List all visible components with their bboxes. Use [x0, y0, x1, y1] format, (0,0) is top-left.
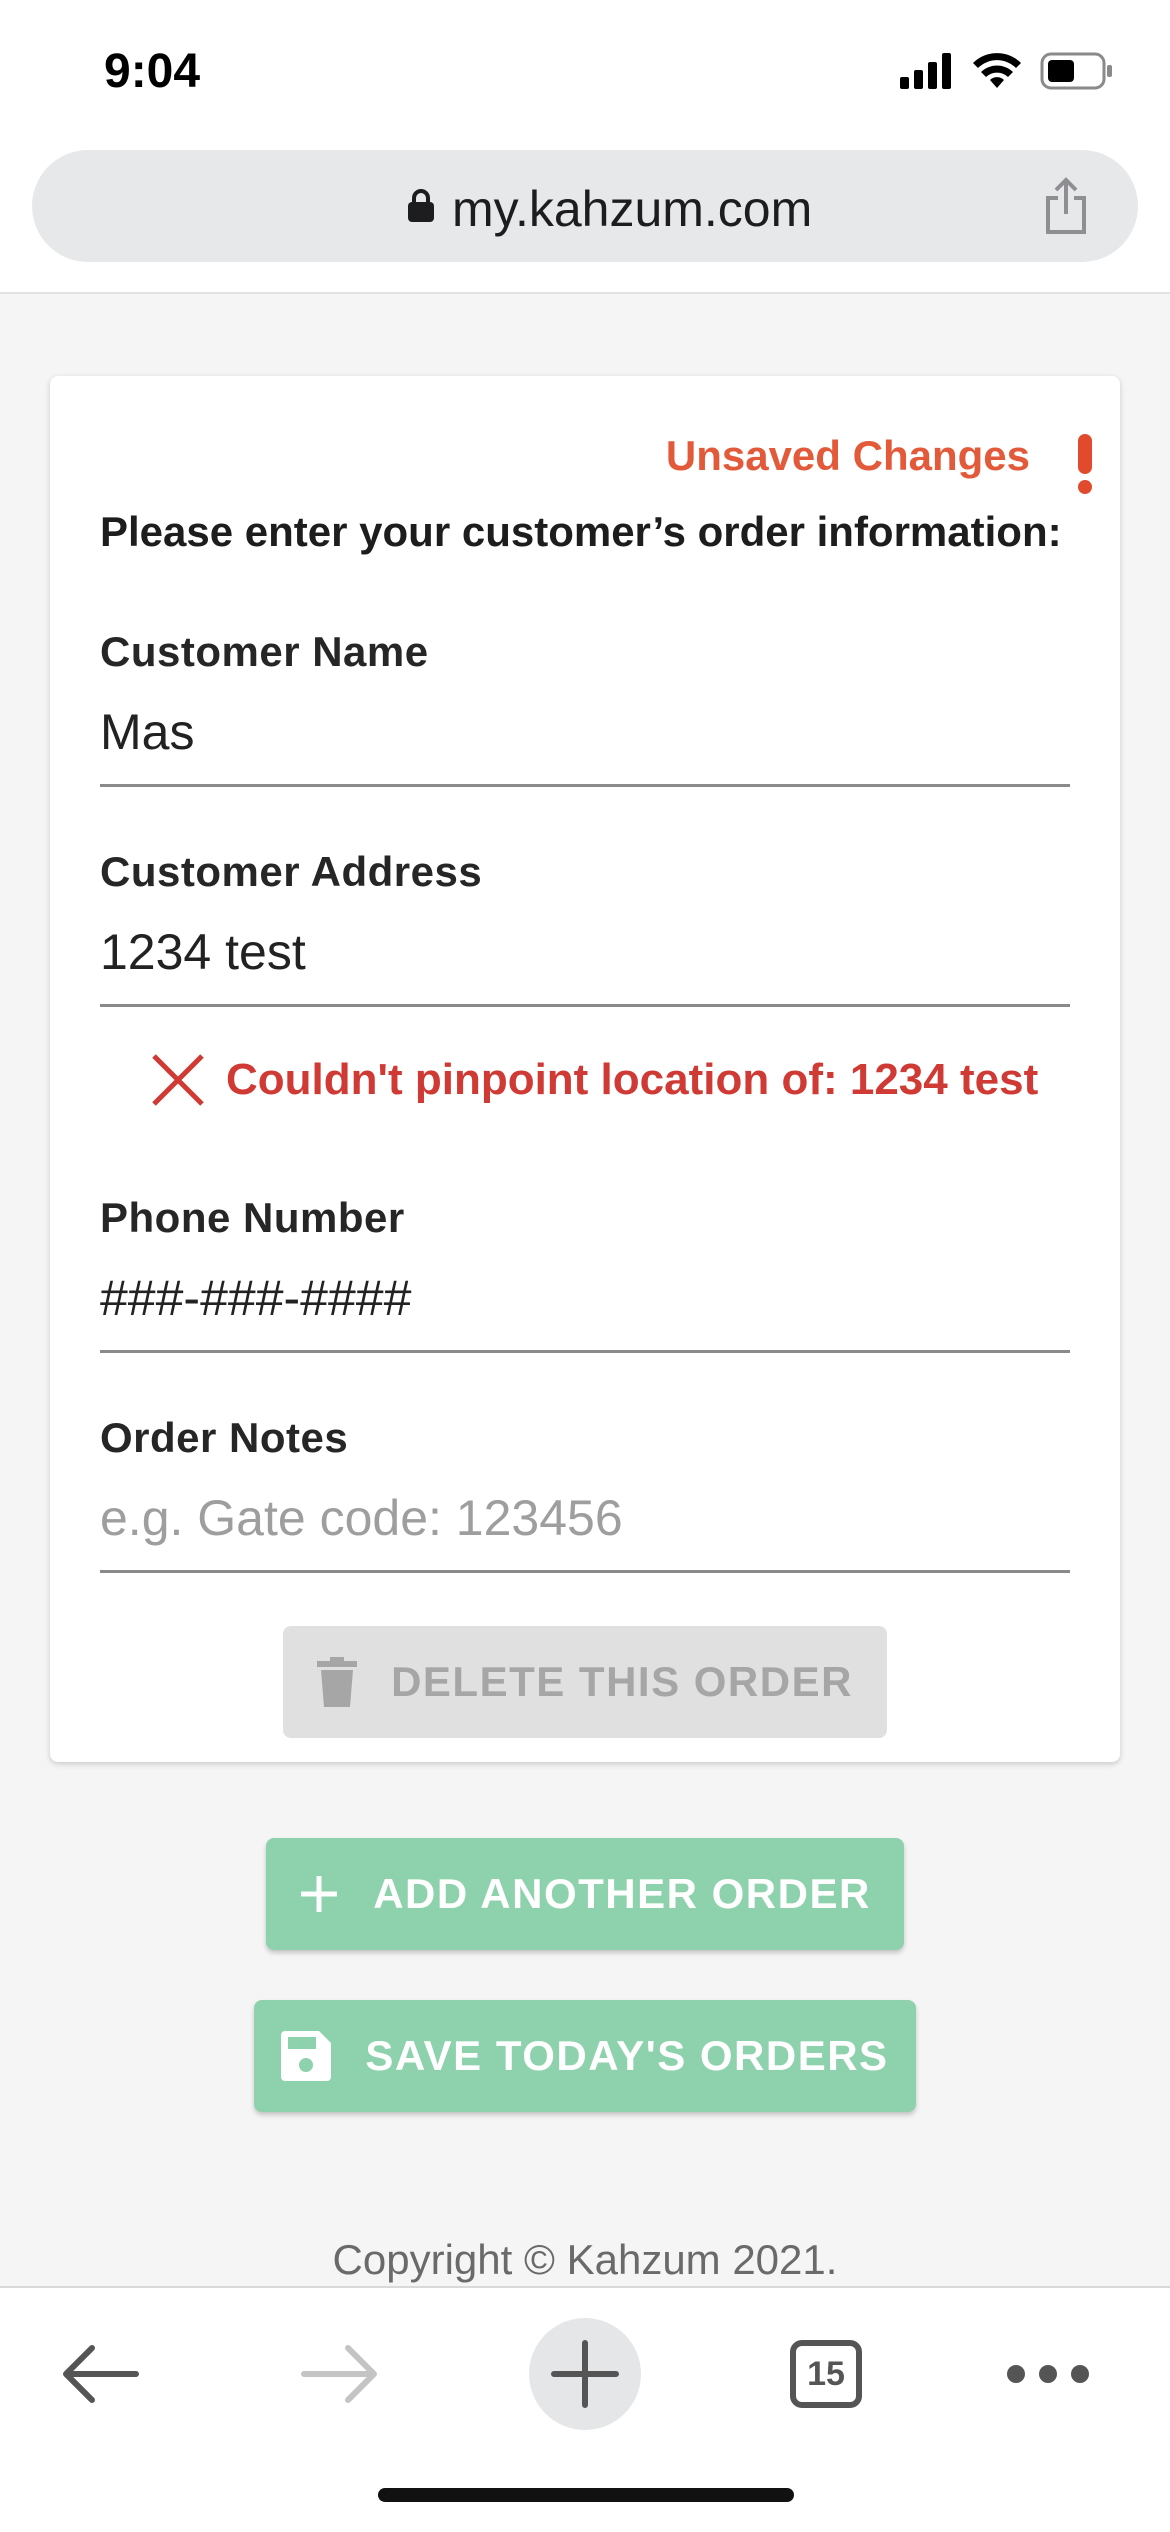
status-bar: 9:04: [0, 0, 1170, 140]
home-indicator: [378, 2488, 794, 2502]
address-error: Couldn't pinpoint location of: 1234 test: [150, 1052, 1038, 1108]
forward-arrow-icon: [301, 2345, 377, 2403]
phone-number-label: Phone Number: [100, 1194, 405, 1241]
new-tab-background: [529, 2318, 641, 2430]
add-another-order-label: ADD ANOTHER ORDER: [373, 1870, 871, 1917]
copyright-text: Copyright © Kahzum 2021.: [332, 2236, 838, 2283]
browser-top-bar: my.kahzum.com: [0, 140, 1170, 294]
forward-button[interactable]: [280, 2314, 400, 2434]
new-tab-plus-icon: [551, 2340, 619, 2408]
customer-name-label: Customer Name: [100, 628, 429, 675]
trash-icon: [317, 1657, 358, 1707]
unsaved-changes-notice: Unsaved Changes: [665, 432, 1030, 479]
customer-address-underline: [100, 1004, 1070, 1007]
order-notes-label: Order Notes: [100, 1414, 349, 1461]
new-tab-button[interactable]: [525, 2314, 645, 2434]
address-error-text: Couldn't pinpoint location of: 1234 test: [226, 1055, 1039, 1104]
more-icon: [1007, 2365, 1089, 2383]
back-arrow-icon: [63, 2345, 139, 2403]
order-notes-underline: [100, 1570, 1070, 1573]
form-instructions: Please enter your customer’s order infor…: [100, 508, 1062, 555]
save-orders-button[interactable]: SAVE TODAY'S ORDERS: [254, 2000, 916, 2112]
add-another-order-button[interactable]: ADD ANOTHER ORDER: [266, 1838, 904, 1950]
phone-number-underline: [100, 1350, 1070, 1353]
close-icon: [152, 1054, 204, 1106]
phone-number-input[interactable]: [100, 1266, 1070, 1330]
wifi-icon: [973, 53, 1021, 88]
customer-name-underline: [100, 784, 1070, 787]
customer-name-input[interactable]: [100, 700, 1070, 764]
lock-icon: [408, 189, 434, 222]
tab-count-icon: 15: [790, 2340, 862, 2408]
order-card: Unsaved Changes Please enter your custom…: [50, 376, 1120, 1762]
status-icons: [900, 52, 1114, 90]
customer-address-label: Customer Address: [100, 848, 483, 895]
order-notes-input[interactable]: [100, 1486, 1070, 1550]
delete-order-button[interactable]: DELETE THIS ORDER: [283, 1626, 887, 1738]
address-bar[interactable]: my.kahzum.com: [32, 150, 1138, 262]
save-orders-label: SAVE TODAY'S ORDERS: [365, 2032, 889, 2079]
cellular-signal-icon: [900, 53, 951, 89]
customer-address-input[interactable]: [100, 920, 1070, 984]
url-text: my.kahzum.com: [452, 181, 813, 237]
battery-icon: [1040, 52, 1112, 90]
exclamation-icon: [1078, 434, 1092, 494]
share-icon[interactable]: [1038, 176, 1094, 236]
plus-icon: [301, 1876, 338, 1912]
status-time: 9:04: [104, 45, 201, 98]
back-button[interactable]: [40, 2314, 160, 2434]
more-button[interactable]: [988, 2314, 1108, 2434]
delete-order-label: DELETE THIS ORDER: [391, 1658, 853, 1705]
tab-switcher-button[interactable]: 15: [766, 2314, 886, 2434]
save-floppy-icon: [281, 2031, 332, 2081]
